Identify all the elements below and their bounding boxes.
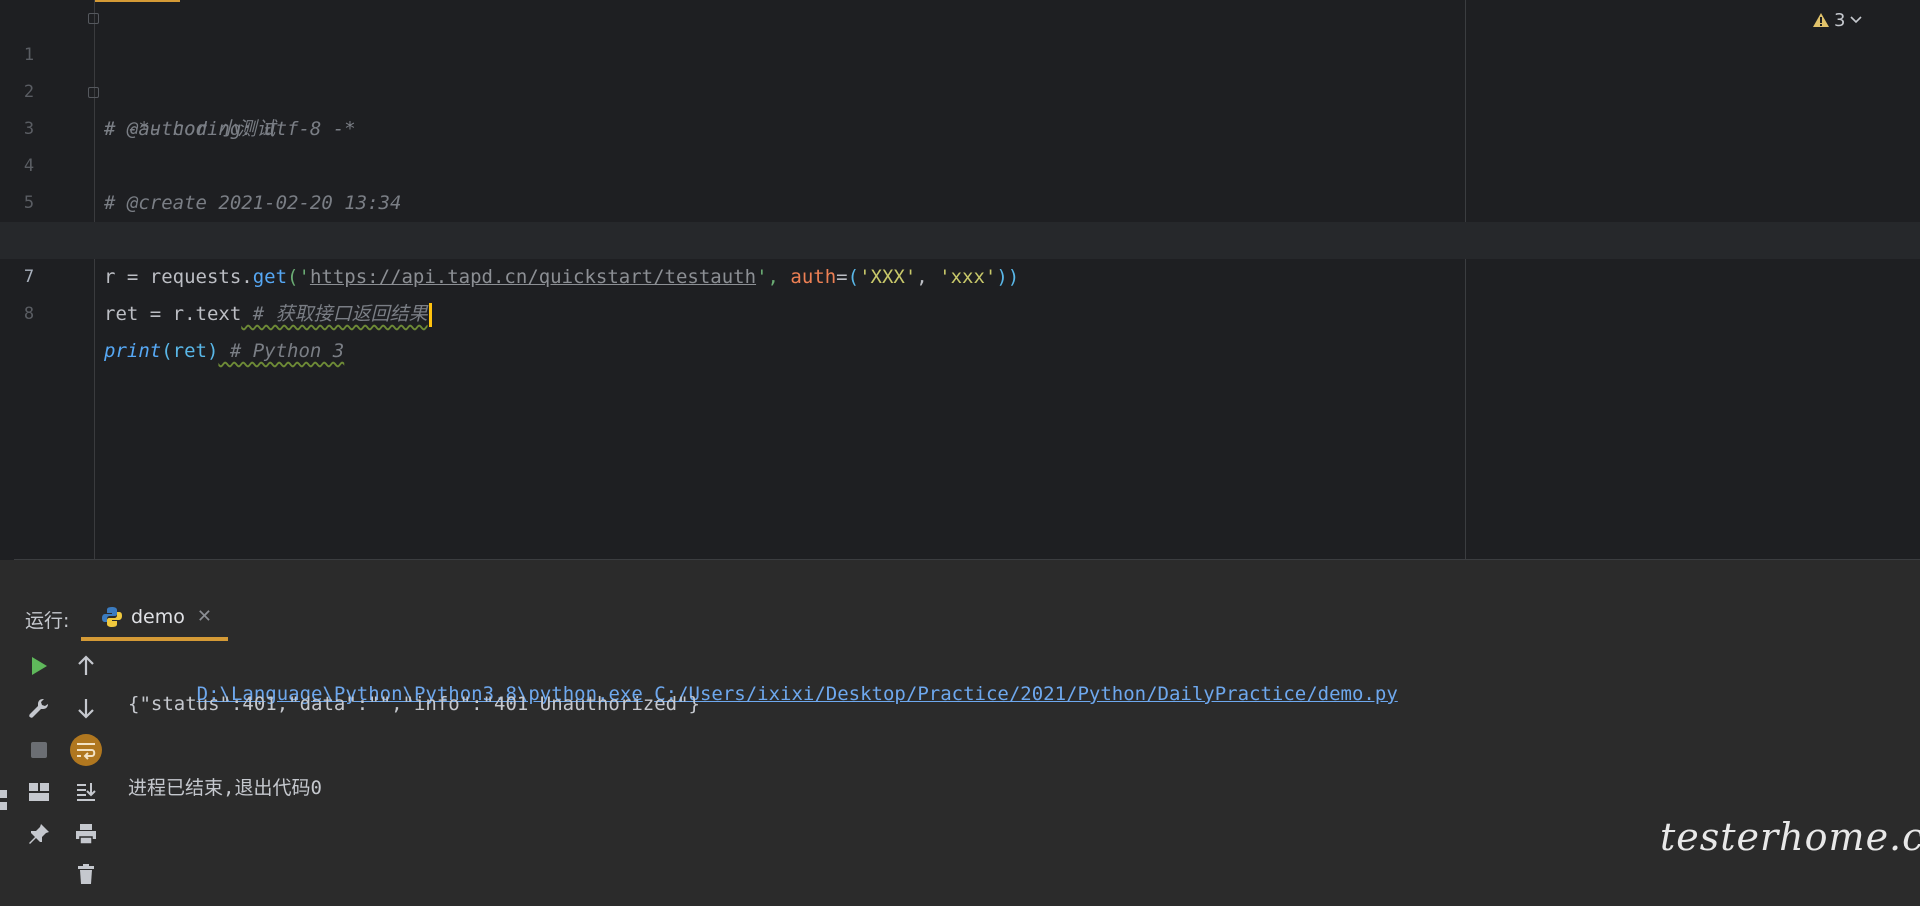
exit-code-message: 进程已结束,退出代码0 — [128, 777, 322, 799]
run-title: 运行: — [25, 610, 70, 632]
trash-icon — [78, 864, 94, 884]
clear-all-button[interactable] — [63, 854, 109, 894]
console-command-line: D:\Language\Python\Python3.8\python.exe … — [128, 646, 1398, 705]
code-line-current[interactable]: 7 ret = r.text # 获取接口返回结果 — [0, 222, 1920, 327]
scroll-to-end-button[interactable] — [63, 772, 109, 812]
soft-wrap-toggle[interactable] — [63, 730, 109, 770]
code-editor[interactable]: 3 1 # -*- coding: utf-8 -* 2 # @author 小… — [0, 0, 1920, 560]
fold-marker-icon[interactable] — [88, 13, 99, 24]
editor-panel-divider[interactable] — [14, 559, 1920, 560]
builtin-function: print — [104, 340, 162, 362]
next-occurrence-button[interactable] — [63, 688, 109, 728]
scroll-to-end-icon — [77, 783, 96, 801]
code-comment: # Python 3 — [218, 340, 345, 362]
layout-button[interactable] — [16, 772, 62, 812]
code-line[interactable]: 4 — [0, 111, 1920, 176]
code-line[interactable]: 1 # -*- coding: utf-8 -* — [0, 0, 1920, 140]
fold-marker-icon[interactable] — [88, 87, 99, 98]
pin-tab-button[interactable] — [16, 814, 62, 854]
code-line[interactable]: 3 # @create 2021-02-20 13:34 — [0, 74, 1920, 214]
side-tool-strip[interactable] — [0, 735, 10, 906]
print-icon — [76, 824, 96, 845]
text-caret — [428, 302, 432, 327]
python-icon — [102, 606, 122, 627]
stop-button[interactable] — [16, 730, 62, 770]
run-header: 运行: demo ✕ — [0, 596, 1920, 641]
run-tool-window: 运行: demo ✕ D:\Language\Python\Python3.8\… — [0, 596, 1920, 906]
previous-occurrence-button[interactable] — [63, 646, 109, 686]
code-line[interactable]: 8 print(ret) # Python 3 — [0, 259, 1920, 362]
wrench-icon — [29, 699, 48, 718]
edit-configuration-button[interactable] — [16, 688, 62, 728]
stop-icon — [31, 742, 47, 758]
code-text: ret = r.text — [104, 303, 242, 325]
line-number: 8 — [23, 304, 35, 324]
layout-icon — [29, 783, 49, 801]
tab-label: demo — [131, 605, 185, 628]
code-comment: # 获取接口返回结果 — [241, 303, 428, 325]
play-icon — [32, 657, 47, 675]
arrow-down-icon — [78, 699, 94, 719]
watermark: testerhome.com — [1660, 815, 1920, 859]
print-button[interactable] — [63, 814, 109, 854]
console-output-line: {"status":401,"data":"","info":"401 Unau… — [128, 693, 700, 715]
script-path-link[interactable]: C:/Users/ixixi/Desktop/Practice/2021/Pyt… — [654, 683, 1398, 705]
soft-wrap-icon — [70, 734, 102, 766]
tab-demo[interactable]: demo ✕ — [81, 596, 228, 641]
call-args: (ret) — [161, 340, 219, 362]
code-line[interactable]: 5 import requests — [0, 148, 1920, 251]
rerun-button[interactable] — [16, 646, 62, 686]
code-line[interactable]: 6 r = requests.get('https://api.tapd.cn/… — [0, 185, 1920, 288]
close-icon[interactable]: ✕ — [197, 606, 212, 627]
pin-icon — [29, 824, 49, 844]
code-line[interactable]: 2 # @author 小测试 — [0, 37, 1920, 140]
arrow-up-icon — [78, 655, 94, 675]
